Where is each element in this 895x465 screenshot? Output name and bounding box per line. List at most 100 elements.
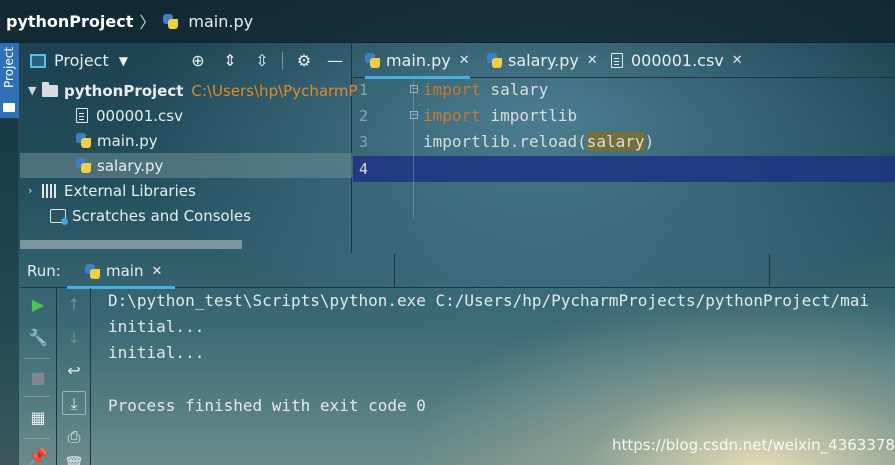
pin-icon[interactable]: 📌 [26, 445, 50, 465]
chevron-right-icon[interactable]: › [28, 184, 42, 197]
line-number: 4 [359, 160, 369, 178]
close-icon[interactable]: ✕ [732, 53, 743, 68]
scratches-icon [50, 208, 68, 225]
python-icon [85, 263, 100, 279]
file-icon [611, 53, 623, 68]
toolbar-divider [24, 396, 50, 397]
console-line: initial... [108, 343, 205, 362]
chevron-down-icon[interactable]: ▼ [28, 84, 42, 97]
toolbar-divider [282, 52, 283, 70]
text-file-icon [76, 108, 88, 123]
code-text: ) [644, 132, 655, 151]
locate-icon[interactable]: ⊕ [188, 51, 208, 71]
tree-item-main[interactable]: main.py [76, 128, 158, 153]
line-number: 3 [359, 133, 369, 151]
python-file-icon [76, 133, 91, 148]
editor: main.py ✕ salary.py ✕ 000001.csv ✕ 1 2 3… [353, 43, 895, 253]
scroll-to-end-icon[interactable]: ⤓ [62, 391, 86, 415]
project-panel-header: Project ▼ ⊕ ⇕ ⇳ ⚙ — [20, 43, 351, 78]
close-icon[interactable]: ✕ [151, 264, 162, 279]
project-panel-title[interactable]: Project [54, 51, 109, 70]
fold-marker-icon[interactable]: − [410, 111, 418, 119]
fold-marker-icon[interactable]: − [410, 85, 418, 93]
folder-icon [3, 103, 15, 112]
toolbar-divider [24, 438, 50, 439]
watermark: https://blog.csdn.net/weixin_43633784 [612, 436, 895, 454]
project-panel: Project ▼ ⊕ ⇕ ⇳ ⚙ — ▼ pythonProject C:\U… [20, 43, 358, 253]
tree-item-scratches[interactable]: Scratches and Consoles [50, 203, 251, 228]
project-window-icon [30, 53, 46, 68]
gutter-divider [413, 78, 414, 218]
python-file-icon [76, 158, 91, 173]
code-text: salary [480, 80, 549, 99]
project-tool-tab[interactable]: Project [0, 43, 19, 118]
run-label: Run: [27, 262, 61, 280]
tree-item-label: 000001.csv [96, 106, 183, 125]
tab-salary-py[interactable]: salary.py ✕ [487, 43, 598, 78]
close-icon[interactable]: ✕ [587, 53, 598, 68]
code-line-1[interactable]: import salary [423, 80, 548, 99]
tab-csv[interactable]: 000001.csv ✕ [611, 43, 743, 78]
soft-wrap-icon[interactable]: ↩ [62, 359, 86, 383]
tree-item-label: External Libraries [64, 181, 196, 200]
gear-icon[interactable]: ⚙ [294, 51, 314, 71]
expand-all-icon[interactable]: ⇕ [220, 51, 240, 71]
root-folder-name: pythonProject [64, 81, 184, 100]
code-line-2[interactable]: import importlib [423, 106, 577, 125]
tab-label: main.py [386, 51, 451, 70]
left-tool-strip: Project [0, 43, 19, 465]
stop-icon[interactable]: ■ [26, 366, 50, 390]
collapse-all-icon[interactable]: ⇳ [252, 51, 272, 71]
rerun-icon[interactable]: ▶ [26, 293, 50, 317]
python-icon [487, 53, 502, 68]
folder-icon [42, 81, 58, 97]
console-line: D:\python_test\Scripts\python.exe C:/Use… [108, 291, 869, 310]
run-toolbar-secondary: ↑ ↓ ↩ ⤓ ⎙ 🗑 [57, 288, 91, 465]
layout-icon[interactable]: ▦ [26, 406, 50, 430]
console-line: Process finished with exit code 0 [108, 396, 426, 415]
run-toolbar-primary: ▶ 🔧 ■ ▦ 📌 [20, 288, 57, 465]
current-line-highlight [353, 156, 895, 182]
breadcrumb-project[interactable]: pythonProject [6, 12, 133, 31]
header-divider [769, 254, 770, 288]
tree-item-external-libraries[interactable]: › External Libraries [28, 178, 196, 203]
highlighted-identifier: salary [586, 132, 645, 151]
libraries-icon [42, 183, 58, 198]
line-number: 2 [359, 107, 369, 125]
print-icon[interactable]: ⎙ [62, 425, 86, 449]
tree-item-root[interactable]: ▼ pythonProject C:\Users\hp\PycharmP [28, 78, 358, 103]
tree-item-label: main.py [97, 131, 158, 150]
tab-main-py[interactable]: main.py ✕ [365, 43, 470, 79]
tab-label: salary.py [508, 51, 579, 70]
wrench-icon[interactable]: 🔧 [26, 326, 50, 350]
hide-icon[interactable]: — [325, 51, 345, 71]
header-divider [394, 254, 395, 288]
tab-label: 000001.csv [631, 51, 724, 70]
keyword: import [423, 80, 481, 99]
tree-item-salary[interactable]: salary.py [20, 153, 352, 178]
python-file-icon [163, 13, 179, 29]
chevron-down-icon[interactable]: ▼ [119, 54, 128, 68]
tree-item-label: Scratches and Consoles [72, 206, 251, 225]
console-line: initial... [108, 317, 205, 336]
keyword: import [423, 106, 481, 125]
arrow-down-icon[interactable]: ↓ [62, 326, 86, 350]
python-icon [365, 53, 380, 68]
root-folder-path: C:\Users\hp\PycharmP [191, 81, 358, 100]
arrow-up-icon[interactable]: ↑ [62, 293, 86, 317]
project-tool-tab-label: Project [2, 46, 16, 88]
breadcrumb-file[interactable]: main.py [188, 12, 253, 31]
editor-tabs: main.py ✕ salary.py ✕ 000001.csv ✕ [353, 43, 895, 79]
toolbar-divider [24, 358, 50, 359]
navigation-bar: pythonProject 〉 main.py [0, 0, 895, 42]
tab-run-main[interactable]: main ✕ [67, 254, 175, 289]
close-icon[interactable]: ✕ [459, 53, 470, 68]
breadcrumb-separator: 〉 [139, 13, 156, 32]
code-text: importlib [480, 106, 578, 125]
horizontal-scrollbar[interactable] [20, 240, 242, 249]
tree-item-csv[interactable]: 000001.csv [76, 103, 183, 128]
run-tab-label: main [106, 262, 144, 280]
code-text: importlib.reload( [423, 132, 587, 151]
code-line-3[interactable]: importlib.reload(salary) [423, 132, 654, 151]
trash-icon[interactable]: 🗑 [62, 453, 86, 465]
